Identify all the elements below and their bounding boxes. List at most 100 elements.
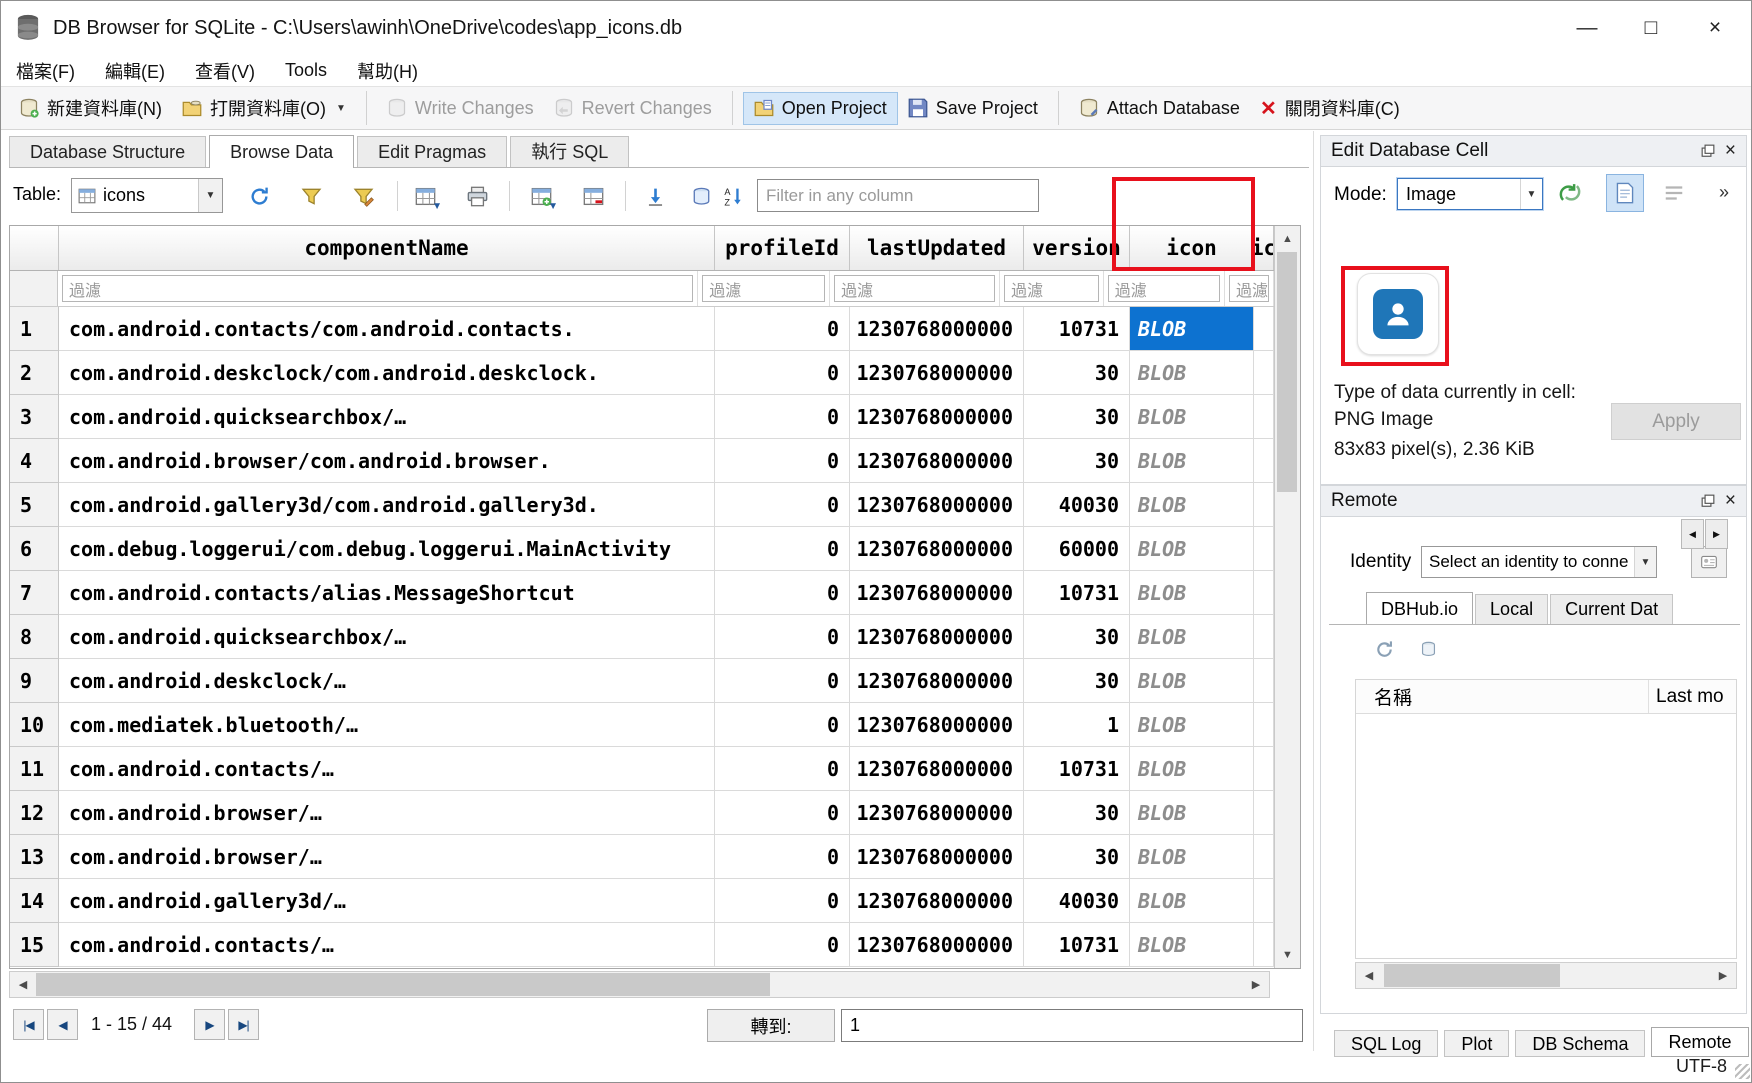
- cell-extra[interactable]: [1254, 659, 1274, 703]
- close-database-button[interactable]: ✕ 關閉資料庫(C): [1250, 90, 1410, 126]
- cell-profileid[interactable]: 0: [715, 351, 850, 395]
- cell-icon[interactable]: BLOB: [1130, 439, 1254, 483]
- cell-extra[interactable]: [1254, 615, 1274, 659]
- menu-tools[interactable]: Tools: [270, 60, 342, 81]
- grid-horizontal-scrollbar[interactable]: ◀ ▶: [9, 971, 1270, 998]
- scroll-up-arrow[interactable]: ▲: [1275, 226, 1300, 252]
- goto-input[interactable]: [841, 1009, 1303, 1042]
- cell-icon[interactable]: BLOB: [1130, 527, 1254, 571]
- resize-grip[interactable]: [1735, 1064, 1750, 1079]
- close-panel-icon[interactable]: ×: [1725, 140, 1736, 162]
- open-in-editor-button[interactable]: [1606, 174, 1644, 212]
- cell-componentname[interactable]: com.android.gallery3d/…: [59, 879, 715, 923]
- cell-icon[interactable]: BLOB: [1130, 659, 1254, 703]
- filter-input-version[interactable]: 過濾: [1004, 275, 1099, 302]
- column-header-icon[interactable]: icon: [1130, 226, 1254, 270]
- cell-componentname[interactable]: com.android.browser/com.android.browser.: [59, 439, 715, 483]
- cell-extra[interactable]: [1254, 439, 1274, 483]
- cell-icon[interactable]: BLOB: [1130, 835, 1254, 879]
- cell-extra[interactable]: [1254, 571, 1274, 615]
- cell-lastupdated[interactable]: 1230768000000: [850, 351, 1024, 395]
- identity-select[interactable]: Select an identity to conne ▼: [1421, 546, 1657, 578]
- cell-lastupdated[interactable]: 1230768000000: [850, 527, 1024, 571]
- tab-execute-sql[interactable]: 執行 SQL: [510, 136, 629, 167]
- upload-identity-button[interactable]: [1691, 546, 1727, 578]
- close-panel-icon[interactable]: ×: [1725, 490, 1736, 512]
- export-table-button[interactable]: ▼: [407, 179, 443, 214]
- cell-version[interactable]: 60000: [1024, 527, 1130, 571]
- row-number-cell[interactable]: 2: [10, 351, 59, 395]
- jump-to-record-icon[interactable]: [637, 179, 673, 214]
- float-panel-icon[interactable]: [1701, 494, 1715, 508]
- cell-profileid[interactable]: 0: [715, 923, 850, 967]
- cell-icon[interactable]: BLOB: [1130, 879, 1254, 923]
- menu-view[interactable]: 查看(V): [180, 58, 270, 84]
- cell-version[interactable]: 30: [1024, 659, 1130, 703]
- row-number-cell[interactable]: 12: [10, 791, 59, 835]
- cell-profileid[interactable]: 0: [715, 703, 850, 747]
- cell-componentname[interactable]: com.android.browser/…: [59, 835, 715, 879]
- cell-icon[interactable]: BLOB: [1130, 395, 1254, 439]
- dock-tab-remote[interactable]: Remote: [1651, 1027, 1748, 1057]
- cell-componentname[interactable]: com.debug.loggerui/com.debug.loggerui.Ma…: [59, 527, 715, 571]
- column-header-componentname[interactable]: componentName: [59, 226, 715, 270]
- row-number-cell[interactable]: 9: [10, 659, 59, 703]
- clear-filters-button[interactable]: [293, 179, 329, 214]
- cell-extra[interactable]: [1254, 703, 1274, 747]
- cell-lastupdated[interactable]: 1230768000000: [850, 923, 1024, 967]
- cell-lastupdated[interactable]: 1230768000000: [850, 747, 1024, 791]
- import-data-button[interactable]: [1553, 176, 1587, 210]
- cell-componentname[interactable]: com.android.deskclock/…: [59, 659, 715, 703]
- cell-extra[interactable]: [1254, 791, 1274, 835]
- cell-version[interactable]: 30: [1024, 835, 1130, 879]
- cell-icon[interactable]: BLOB: [1130, 307, 1254, 351]
- cell-profileid[interactable]: 0: [715, 483, 850, 527]
- cell-profileid[interactable]: 0: [715, 439, 850, 483]
- remote-refresh-icon[interactable]: [1369, 635, 1399, 663]
- cell-componentname[interactable]: com.android.gallery3d/com.android.galler…: [59, 483, 715, 527]
- print-button[interactable]: [459, 179, 495, 214]
- filter-cell[interactable]: 過濾: [830, 271, 1000, 306]
- insert-record-button[interactable]: ▼: [523, 179, 559, 214]
- cell-profileid[interactable]: 0: [715, 307, 850, 351]
- minimize-button[interactable]: —: [1555, 1, 1619, 55]
- open-database-button[interactable]: 打開資料庫(O) ▼: [172, 90, 356, 126]
- filter-cell[interactable]: 過濾: [58, 271, 698, 306]
- menu-file[interactable]: 檔案(F): [1, 58, 90, 84]
- row-number-cell[interactable]: 4: [10, 439, 59, 483]
- dock-tab-plot[interactable]: Plot: [1444, 1030, 1509, 1057]
- encoding-icon[interactable]: [683, 179, 719, 214]
- open-database-dropdown-arrow[interactable]: ▼: [336, 103, 346, 114]
- next-record-button[interactable]: ▶: [194, 1009, 225, 1040]
- cell-extra[interactable]: [1254, 307, 1274, 351]
- float-panel-icon[interactable]: [1701, 144, 1715, 158]
- cell-icon[interactable]: BLOB: [1130, 923, 1254, 967]
- tab-database-structure[interactable]: Database Structure: [9, 136, 206, 167]
- close-button[interactable]: ×: [1683, 1, 1747, 55]
- cell-version[interactable]: 30: [1024, 395, 1130, 439]
- cell-lastupdated[interactable]: 1230768000000: [850, 835, 1024, 879]
- remote-tabs-scroll-right[interactable]: ▶: [1705, 519, 1728, 549]
- apply-button[interactable]: Apply: [1611, 403, 1741, 440]
- scroll-right-arrow[interactable]: ▶: [1243, 972, 1269, 997]
- cell-version[interactable]: 30: [1024, 615, 1130, 659]
- row-number-cell[interactable]: 11: [10, 747, 59, 791]
- horizontal-scroll-thumb[interactable]: [36, 973, 770, 996]
- row-number-cell[interactable]: 15: [10, 923, 59, 967]
- cell-profileid[interactable]: 0: [715, 527, 850, 571]
- remote-clone-icon[interactable]: [1413, 635, 1443, 663]
- cell-version[interactable]: 30: [1024, 439, 1130, 483]
- cell-componentname[interactable]: com.mediatek.bluetooth/…: [59, 703, 715, 747]
- cell-icon[interactable]: BLOB: [1130, 791, 1254, 835]
- maximize-button[interactable]: □: [1619, 1, 1683, 55]
- cell-version[interactable]: 10731: [1024, 923, 1130, 967]
- cell-lastupdated[interactable]: 1230768000000: [850, 659, 1024, 703]
- attach-database-button[interactable]: Attach Database: [1069, 93, 1250, 124]
- cell-profileid[interactable]: 0: [715, 835, 850, 879]
- cell-profileid[interactable]: 0: [715, 747, 850, 791]
- tab-edit-pragmas[interactable]: Edit Pragmas: [357, 136, 507, 167]
- cell-componentname[interactable]: com.android.deskclock/com.android.deskcl…: [59, 351, 715, 395]
- table-select[interactable]: icons ▼: [71, 178, 223, 213]
- cell-icon[interactable]: BLOB: [1130, 571, 1254, 615]
- cell-componentname[interactable]: com.android.contacts/com.android.contact…: [59, 307, 715, 351]
